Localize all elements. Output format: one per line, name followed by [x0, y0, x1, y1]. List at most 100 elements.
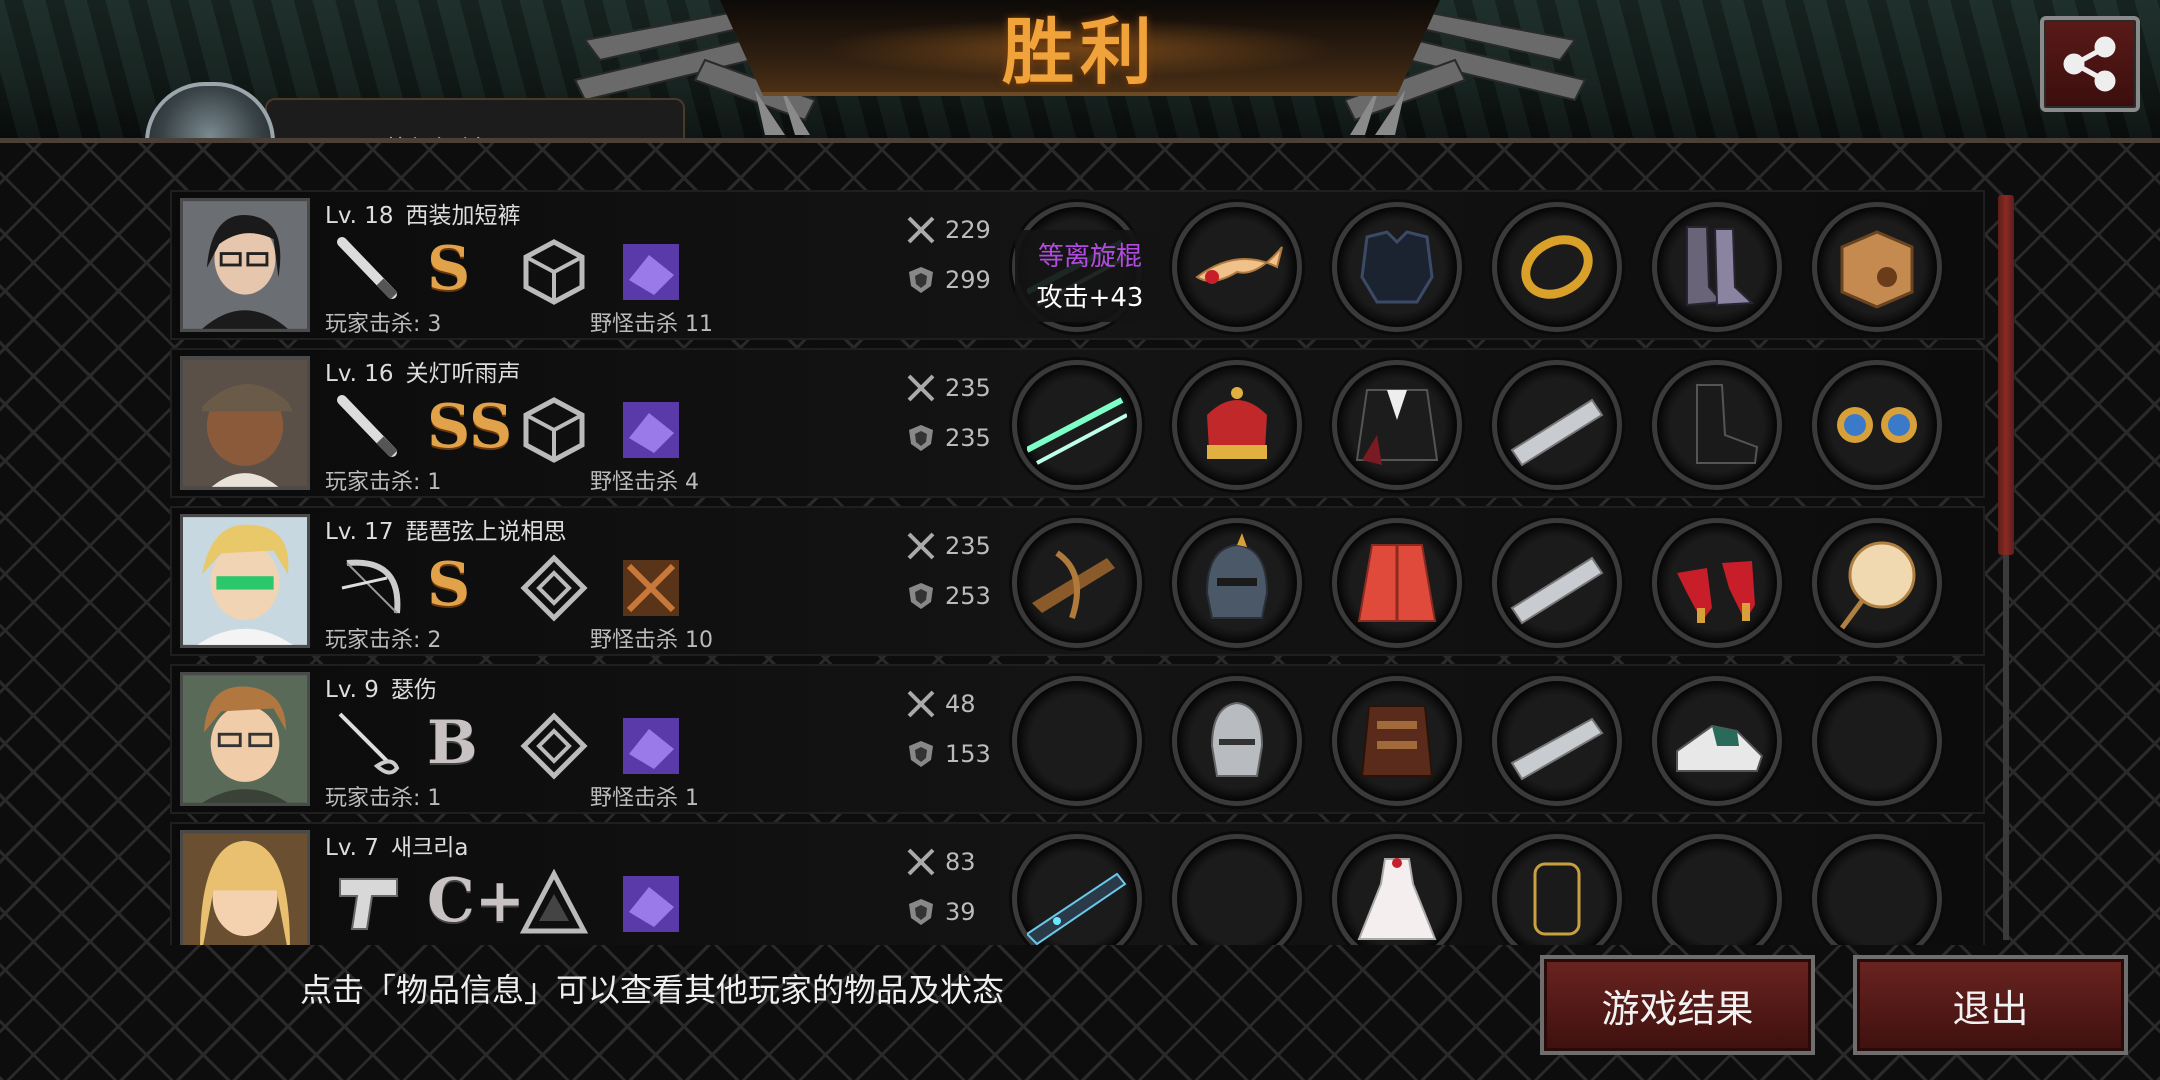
- game-result-button[interactable]: 游戏结果: [1540, 955, 1815, 1055]
- gauntlet-icon: [1533, 862, 1581, 936]
- item-slot[interactable]: [1492, 360, 1622, 490]
- shield-icon: [909, 425, 933, 451]
- player-name: 瑟伤: [390, 677, 437, 703]
- defense-stat: 153: [905, 738, 991, 770]
- player-name: 西装加短裤: [405, 203, 521, 229]
- attack-value: 235: [945, 532, 991, 560]
- player-row[interactable]: Lv. 16 关灯听雨声 SS 玩家击杀: 1 野怪击杀 4 235 235: [170, 348, 1985, 498]
- purple-card-icon: [623, 402, 679, 458]
- empty-item-slot[interactable]: [1172, 834, 1302, 945]
- item-slot[interactable]: [1012, 360, 1142, 490]
- share-icon: [2063, 36, 2116, 92]
- item-slot[interactable]: [1492, 202, 1622, 332]
- item-tooltip: 等离旋棍 攻击+43: [1015, 230, 1165, 322]
- item-slot[interactable]: [1812, 360, 1942, 490]
- item-slot[interactable]: [1652, 360, 1782, 490]
- defense-value: 299: [945, 266, 991, 294]
- red-coat-icon: [1357, 544, 1437, 622]
- defense-stat: 39: [905, 896, 976, 928]
- mystery-box-icon: [1840, 230, 1914, 309]
- defense-stat: 235: [905, 422, 991, 454]
- team-tab: 西装加短裤: [265, 98, 685, 166]
- item-slot[interactable]: [1172, 202, 1302, 332]
- item-slot[interactable]: [1332, 834, 1462, 945]
- player-row[interactable]: Lv. 9 瑟伤 B 玩家击杀: 1 野怪击杀 1 48 153: [170, 664, 1985, 814]
- avatar: [180, 356, 310, 490]
- crossed-swords-icon: [907, 216, 935, 244]
- player-row[interactable]: Lv. 7 새크리a C+ 83 39: [170, 822, 1985, 945]
- purple-card-icon: [623, 718, 679, 774]
- item-slot[interactable]: [1492, 518, 1622, 648]
- cube-skill-icon: [523, 397, 585, 463]
- defense-value: 39: [945, 898, 976, 926]
- victory-title: 胜利: [1001, 9, 1158, 94]
- player-name: 关灯听雨声: [405, 361, 521, 387]
- empty-item-slot[interactable]: [1652, 834, 1782, 945]
- item-slot[interactable]: [1652, 676, 1782, 806]
- shield-icon: [909, 583, 933, 609]
- item-slot[interactable]: [1492, 834, 1622, 945]
- level-text: Lv. 17: [325, 519, 394, 545]
- item-slot[interactable]: [1812, 202, 1942, 332]
- item-slot[interactable]: [1172, 676, 1302, 806]
- empty-item-slot[interactable]: [1012, 676, 1142, 806]
- item-slot[interactable]: [1012, 518, 1142, 648]
- share-button[interactable]: [2040, 16, 2140, 112]
- defense-value: 235: [945, 424, 991, 452]
- crossed-swords-icon: [907, 374, 935, 402]
- item-slot[interactable]: [1332, 202, 1462, 332]
- laser-rifle-icon: [1027, 872, 1127, 945]
- plasma-baton-icon: [1027, 397, 1127, 465]
- player-name: 새크리a: [390, 835, 469, 861]
- bronze-card-icon: [623, 560, 679, 616]
- bracer-icon: [1510, 717, 1604, 781]
- leather-boots-icon: [1686, 226, 1755, 307]
- empty-item-slot[interactable]: [1812, 834, 1942, 945]
- item-slot[interactable]: [1652, 202, 1782, 332]
- grade-badge: C+: [427, 866, 526, 936]
- item-slot[interactable]: [1332, 676, 1462, 806]
- item-slot[interactable]: [1652, 518, 1782, 648]
- avatar: [180, 830, 310, 945]
- attack-stat: 48: [905, 688, 976, 720]
- monster-kills: 野怪击杀 11: [590, 312, 713, 337]
- monster-kills: 野怪击杀 10: [590, 628, 713, 653]
- empty-item-slot[interactable]: [1812, 676, 1942, 806]
- player-kills: 玩家击杀: 2: [325, 628, 442, 653]
- leather-armor-icon: [1360, 705, 1434, 777]
- player-level: Lv. 16 关灯听雨声: [325, 354, 521, 388]
- diamond-skill-icon: [520, 712, 588, 780]
- baton-icon: [337, 395, 398, 458]
- grade-badge: S: [427, 234, 471, 304]
- pistol-icon: [339, 878, 398, 930]
- scrollbar-thumb[interactable]: [1998, 195, 2014, 555]
- shield-icon: [909, 267, 933, 293]
- item-slot[interactable]: [1332, 360, 1462, 490]
- winged-circlet-icon: [1195, 246, 1283, 284]
- player-level: Lv. 7 새크리a: [325, 828, 468, 862]
- item-slot[interactable]: [1332, 518, 1462, 648]
- exit-button[interactable]: 退出: [1853, 955, 2128, 1055]
- item-slot[interactable]: [1492, 676, 1622, 806]
- item-slot[interactable]: [1012, 834, 1142, 945]
- sneakers-icon: [1676, 724, 1764, 772]
- dark-armor-icon: [1360, 230, 1434, 304]
- monster-kills: 野怪击杀 1: [590, 786, 699, 811]
- player-kills: 玩家击杀: 1: [325, 470, 442, 495]
- player-level: Lv. 9 瑟伤: [325, 670, 437, 704]
- rapier-icon: [338, 712, 400, 775]
- item-slot[interactable]: [1172, 360, 1302, 490]
- player-row[interactable]: Lv. 17 琵琶弦上说相思 S 玩家击杀: 2 野怪击杀 10 235 253: [170, 506, 1985, 656]
- shield-icon: [909, 741, 933, 767]
- cube-skill-icon: [523, 239, 585, 305]
- avatar: [180, 672, 310, 806]
- attack-stat: 235: [905, 372, 991, 404]
- player-level: Lv. 17 琵琶弦上说相思: [325, 512, 567, 546]
- defense-value: 153: [945, 740, 991, 768]
- level-text: Lv. 18: [325, 203, 394, 229]
- item-slot[interactable]: [1172, 518, 1302, 648]
- item-slot[interactable]: [1812, 518, 1942, 648]
- bow-icon: [341, 559, 401, 614]
- grade-badge: B: [427, 708, 478, 778]
- level-text: Lv. 9: [325, 677, 379, 703]
